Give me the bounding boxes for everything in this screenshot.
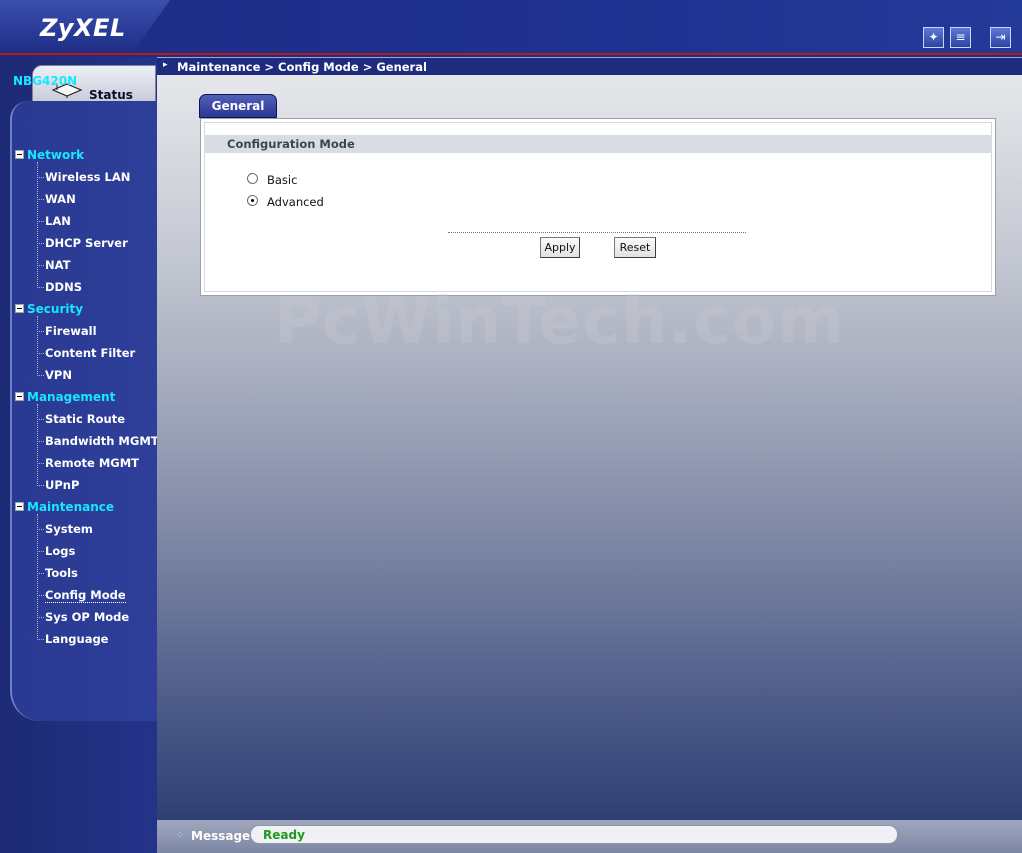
menu-group-management[interactable]: Management bbox=[15, 390, 115, 404]
status-tab-label: Status bbox=[89, 88, 133, 102]
sidebar-item-static-route[interactable]: Static Route bbox=[45, 412, 125, 426]
sidebar-item-nat[interactable]: NAT bbox=[45, 258, 70, 272]
reset-button[interactable]: Reset bbox=[614, 237, 656, 258]
breadcrumb-bar: ▸ Maintenance > Config Mode > General bbox=[157, 57, 1022, 76]
menu-group-label: Management bbox=[27, 390, 116, 404]
sidebar-item-upnp[interactable]: UPnP bbox=[45, 478, 79, 492]
basic-radio[interactable] bbox=[247, 173, 258, 184]
sidebar-item-bandwidth-mgmt[interactable]: Bandwidth MGMT bbox=[45, 434, 159, 448]
sidebar-item-lan[interactable]: LAN bbox=[45, 214, 71, 228]
menu-group-label: Security bbox=[27, 302, 84, 316]
config-panel: Configuration Mode Basic Advanced PcWinT… bbox=[200, 118, 996, 359]
status-bar: ⁘ Message Ready bbox=[157, 820, 1022, 853]
sidebar-item-logs[interactable]: Logs bbox=[45, 544, 75, 558]
sidebar-item-wan[interactable]: WAN bbox=[45, 192, 76, 206]
tab-general[interactable]: General bbox=[199, 94, 277, 118]
collapse-icon[interactable] bbox=[15, 392, 24, 401]
menu-group-security[interactable]: Security bbox=[15, 302, 83, 316]
section-header: Configuration Mode bbox=[204, 135, 992, 153]
zyxel-logo: ZyXEL bbox=[40, 14, 126, 42]
sidebar-item-wireless-lan[interactable]: Wireless LAN bbox=[45, 170, 130, 184]
section-title: Configuration Mode bbox=[227, 137, 355, 151]
sidebar-item-ddns[interactable]: DDNS bbox=[45, 280, 82, 294]
sidebar-item-language[interactable]: Language bbox=[45, 632, 109, 646]
sidebar-item-dhcp-server[interactable]: DHCP Server bbox=[45, 236, 128, 250]
main-content: General Configuration Mode Basic Advance… bbox=[157, 75, 1022, 820]
menu-group-label: Maintenance bbox=[27, 500, 115, 514]
message-field: Ready bbox=[250, 825, 898, 844]
device-name: NBG420N bbox=[13, 74, 78, 88]
breadcrumb-arrow-icon: ▸ bbox=[163, 60, 168, 70]
divider bbox=[448, 232, 746, 233]
sidebar-item-config-mode[interactable]: Config Mode bbox=[45, 588, 126, 603]
collapse-icon[interactable] bbox=[15, 150, 24, 159]
header-bar: ZyXEL ✦ ≡ ⇥ bbox=[0, 0, 1022, 55]
message-value: Ready bbox=[263, 828, 305, 842]
sidebar-item-system[interactable]: System bbox=[45, 522, 93, 536]
advanced-radio[interactable] bbox=[247, 195, 258, 206]
sidebar-item-tools[interactable]: Tools bbox=[45, 566, 78, 580]
logout-icon[interactable]: ⇥ bbox=[990, 27, 1011, 48]
menu-group-label: Network bbox=[27, 148, 85, 162]
breadcrumb: Maintenance > Config Mode > General bbox=[177, 60, 427, 74]
advanced-label: Advanced bbox=[267, 195, 324, 209]
collapse-icon[interactable] bbox=[15, 304, 24, 313]
menu-panel bbox=[10, 101, 157, 721]
collapse-icon[interactable] bbox=[15, 502, 24, 511]
apply-button[interactable]: Apply bbox=[540, 237, 580, 258]
message-icon: ⁘ bbox=[176, 830, 184, 841]
basic-label: Basic bbox=[267, 173, 298, 187]
sidebar-item-remote-mgmt[interactable]: Remote MGMT bbox=[45, 456, 139, 470]
option-advanced[interactable]: Advanced bbox=[247, 195, 324, 209]
watermark: PcWinTech.com bbox=[274, 285, 845, 359]
wizard-icon[interactable]: ✦ bbox=[923, 27, 944, 48]
menu-group-network[interactable]: Network bbox=[15, 148, 84, 162]
sidebar-item-firewall[interactable]: Firewall bbox=[45, 324, 97, 338]
message-label: Message bbox=[191, 829, 251, 843]
option-basic[interactable]: Basic bbox=[247, 173, 297, 187]
menu-group-maintenance[interactable]: Maintenance bbox=[15, 500, 114, 514]
sidebar-item-vpn[interactable]: VPN bbox=[45, 368, 72, 382]
help-icon[interactable]: ≡ bbox=[950, 27, 971, 48]
sidebar-item-sys-op-mode[interactable]: Sys OP Mode bbox=[45, 610, 129, 624]
sidebar-item-content-filter[interactable]: Content Filter bbox=[45, 346, 135, 360]
